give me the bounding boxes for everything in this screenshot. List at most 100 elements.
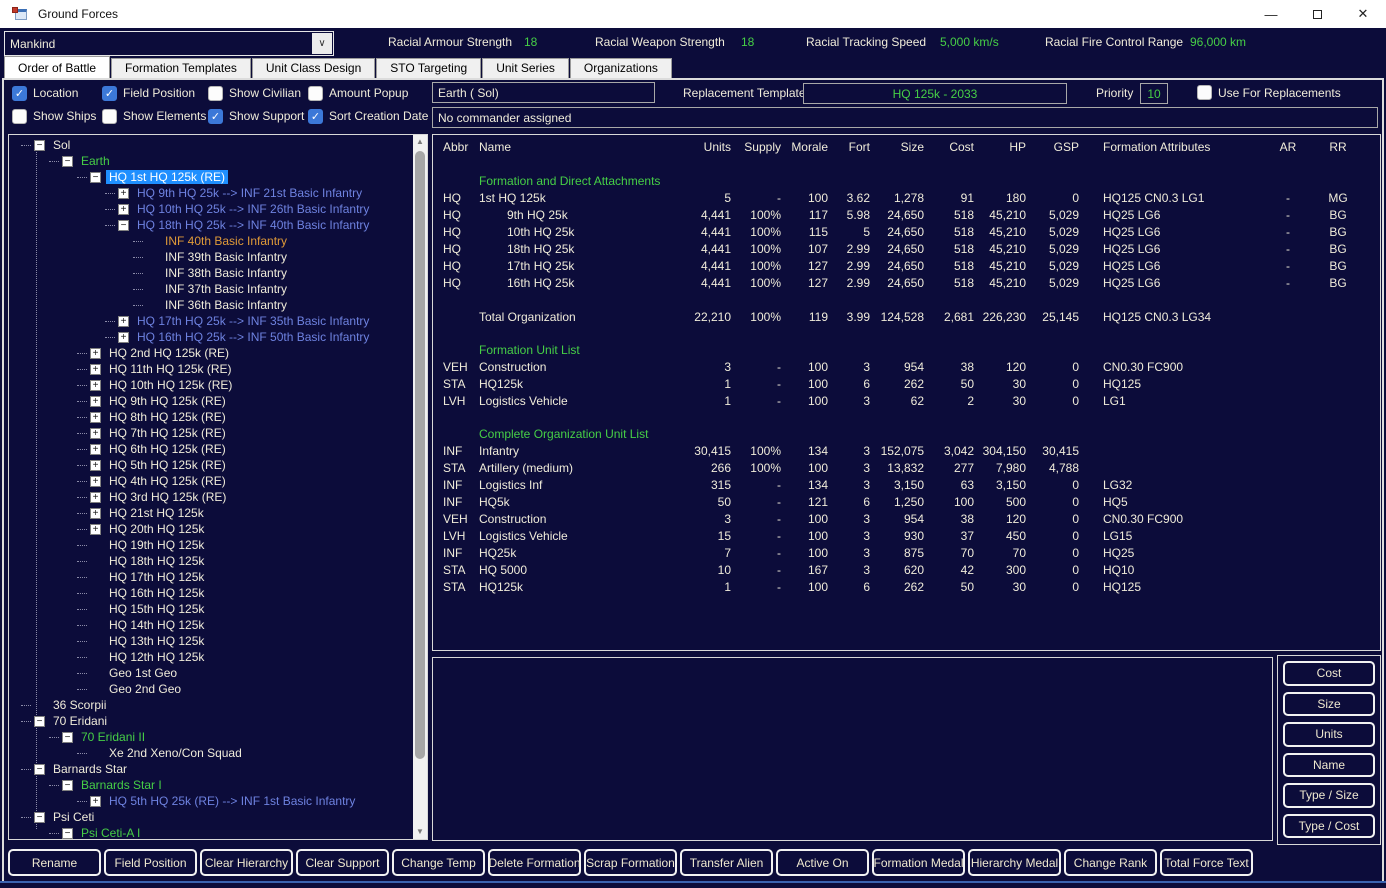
tree-item[interactable]: −70 Eridani (9, 713, 412, 729)
tree-item[interactable]: INF 36th Basic Infantry (9, 297, 412, 313)
column-header-size[interactable]: Size (870, 140, 924, 154)
table-row[interactable]: VEHConstruction3-1003954381200CN0.30 FC9… (433, 510, 1380, 527)
tree-expand-icon[interactable]: + (90, 396, 101, 407)
column-header-name[interactable]: Name (473, 140, 685, 154)
tree-collapse-icon[interactable]: − (34, 140, 45, 151)
table-row[interactable]: STAArtillery (medium)266100%100313,83227… (433, 459, 1380, 476)
checkbox-show-support[interactable]: ✓Show Support (208, 106, 308, 126)
tree-item[interactable]: +HQ 5th HQ 25k (RE) --> INF 1st Basic In… (9, 793, 412, 809)
tree-expand-icon[interactable]: + (118, 204, 129, 215)
column-header-fort[interactable]: Fort (828, 140, 870, 154)
tree-item[interactable]: −Barnards Star (9, 761, 412, 777)
race-selector[interactable]: Mankind ∨ (4, 31, 334, 56)
replacement-template-field[interactable]: HQ 125k - 2033 (803, 83, 1067, 104)
tree-item[interactable]: HQ 14th HQ 125k (9, 617, 412, 633)
hierarchy-medal-button[interactable]: Hierarchy Medal (968, 849, 1061, 876)
tree-item[interactable]: −HQ 1st HQ 125k (RE) (9, 169, 412, 185)
tree-item[interactable]: +HQ 5th HQ 125k (RE) (9, 457, 412, 473)
active-on-button[interactable]: Active On (776, 849, 869, 876)
tree-item[interactable]: HQ 12th HQ 125k (9, 649, 412, 665)
column-header-rr[interactable]: RR (1313, 140, 1363, 154)
tree-item[interactable]: +HQ 7th HQ 125k (RE) (9, 425, 412, 441)
tree-item[interactable]: +HQ 9th HQ 25k --> INF 21st Basic Infant… (9, 185, 412, 201)
tree-item[interactable]: INF 37th Basic Infantry (9, 281, 412, 297)
tree-item[interactable]: +HQ 8th HQ 125k (RE) (9, 409, 412, 425)
size-sort-button[interactable]: Size (1283, 692, 1375, 717)
tree-collapse-icon[interactable]: − (118, 220, 129, 231)
tree-expand-icon[interactable]: + (90, 476, 101, 487)
tree-item[interactable]: HQ 13th HQ 125k (9, 633, 412, 649)
tree-expand-icon[interactable]: + (118, 188, 129, 199)
transfer-alien-button[interactable]: Transfer Alien (680, 849, 773, 876)
tree-item[interactable]: +HQ 6th HQ 125k (RE) (9, 441, 412, 457)
units-sort-button[interactable]: Units (1283, 722, 1375, 747)
checkbox-location[interactable]: ✓Location (12, 83, 102, 103)
tab-order-of-battle[interactable]: Order of Battle (4, 56, 110, 78)
close-button[interactable]: ✕ (1340, 0, 1386, 28)
delete-formation-button[interactable]: Delete Formation (488, 849, 581, 876)
tree-item[interactable]: INF 40th Basic Infantry (9, 233, 412, 249)
scroll-up-icon[interactable]: ▲ (413, 135, 427, 149)
tree-item[interactable]: Xe 2nd Xeno/Con Squad (9, 745, 412, 761)
tree-expand-icon[interactable]: + (118, 316, 129, 327)
clear-support-button[interactable]: Clear Support (296, 849, 389, 876)
column-header-hp[interactable]: HP (974, 140, 1026, 154)
formation-medal-button[interactable]: Formation Medal (872, 849, 965, 876)
scrollbar-thumb[interactable] (415, 151, 425, 759)
tree-expand-icon[interactable]: + (90, 444, 101, 455)
tree-item[interactable]: +HQ 10th HQ 125k (RE) (9, 377, 412, 393)
tree-expand-icon[interactable]: + (90, 428, 101, 439)
tree-item[interactable]: −Psi Ceti-A I (9, 825, 412, 839)
tree-collapse-icon[interactable]: − (90, 172, 101, 183)
table-row[interactable]: INFHQ25k7-100387570700HQ25 (433, 544, 1380, 561)
tree-item[interactable]: −Sol (9, 137, 412, 153)
tree-item[interactable]: +HQ 3rd HQ 125k (RE) (9, 489, 412, 505)
clear-hierarchy-button[interactable]: Clear Hierarchy (200, 849, 293, 876)
location-field[interactable]: Earth ( Sol) (432, 82, 655, 103)
tree-item[interactable]: +HQ 17th HQ 25k --> INF 35th Basic Infan… (9, 313, 412, 329)
tab-unit-class-design[interactable]: Unit Class Design (252, 58, 375, 78)
scroll-down-icon[interactable]: ▼ (413, 825, 427, 839)
tree-item[interactable]: +HQ 2nd HQ 125k (RE) (9, 345, 412, 361)
tree-item[interactable]: +HQ 10th HQ 25k --> INF 26th Basic Infan… (9, 201, 412, 217)
tree-item[interactable]: INF 38th Basic Infantry (9, 265, 412, 281)
tree-item[interactable]: HQ 16th HQ 125k (9, 585, 412, 601)
checkbox-sort-creation-date[interactable]: ✓Sort Creation Date (308, 106, 448, 126)
tab-organizations[interactable]: Organizations (570, 58, 672, 78)
table-row[interactable]: INFLogistics Inf315-13433,150633,1500LG3… (433, 476, 1380, 493)
tree-expand-icon[interactable]: + (90, 796, 101, 807)
type-cost-sort-button[interactable]: Type / Cost (1283, 814, 1375, 839)
field-position-button[interactable]: Field Position (104, 849, 197, 876)
tree-expand-icon[interactable]: + (90, 524, 101, 535)
checkbox-show-civilian[interactable]: ✓Show Civilian (208, 83, 308, 103)
column-header-formation-attributes[interactable]: Formation Attributes (1079, 140, 1263, 154)
priority-field[interactable]: 10 (1140, 83, 1168, 104)
table-row[interactable]: HQ10th HQ 25k4,441100%115524,65051845,21… (433, 223, 1380, 240)
rename-button[interactable]: Rename (8, 849, 101, 876)
table-row[interactable]: INFHQ5k50-12161,2501005000HQ5 (433, 493, 1380, 510)
use-for-replacements-checkbox[interactable]: ✓ Use For Replacements (1197, 85, 1341, 100)
tree-collapse-icon[interactable]: − (62, 156, 73, 167)
table-row[interactable]: Total Organization22,210100%1193.99124,5… (433, 308, 1380, 325)
table-row[interactable]: VEHConstruction3-1003954381200CN0.30 FC9… (433, 358, 1380, 375)
table-row[interactable]: STAHQ 500010-1673620423000HQ10 (433, 561, 1380, 578)
column-header-gsp[interactable]: GSP (1026, 140, 1079, 154)
tab-unit-series[interactable]: Unit Series (482, 58, 569, 78)
tree-expand-icon[interactable]: + (90, 364, 101, 375)
tree-item[interactable]: −Barnards Star I (9, 777, 412, 793)
maximize-button[interactable] (1294, 0, 1340, 28)
tree-collapse-icon[interactable]: − (34, 812, 45, 823)
tree-item[interactable]: HQ 18th HQ 125k (9, 553, 412, 569)
tree-collapse-icon[interactable]: − (34, 716, 45, 727)
tree-expand-icon[interactable]: + (90, 412, 101, 423)
column-header-morale[interactable]: Morale (781, 140, 828, 154)
column-header-units[interactable]: Units (685, 140, 731, 154)
checkbox-amount-popup[interactable]: ✓Amount Popup (308, 83, 448, 103)
checkbox-show-ships[interactable]: ✓Show Ships (12, 106, 102, 126)
table-row[interactable]: LVHLogistics Vehicle1-1003622300LG1 (433, 392, 1380, 409)
tree-item[interactable]: HQ 15th HQ 125k (9, 601, 412, 617)
tree-expand-icon[interactable]: + (90, 348, 101, 359)
name-sort-button[interactable]: Name (1283, 753, 1375, 778)
table-row[interactable]: STAHQ125k1-100626250300HQ125 (433, 578, 1380, 595)
tree-expand-icon[interactable]: + (90, 460, 101, 471)
